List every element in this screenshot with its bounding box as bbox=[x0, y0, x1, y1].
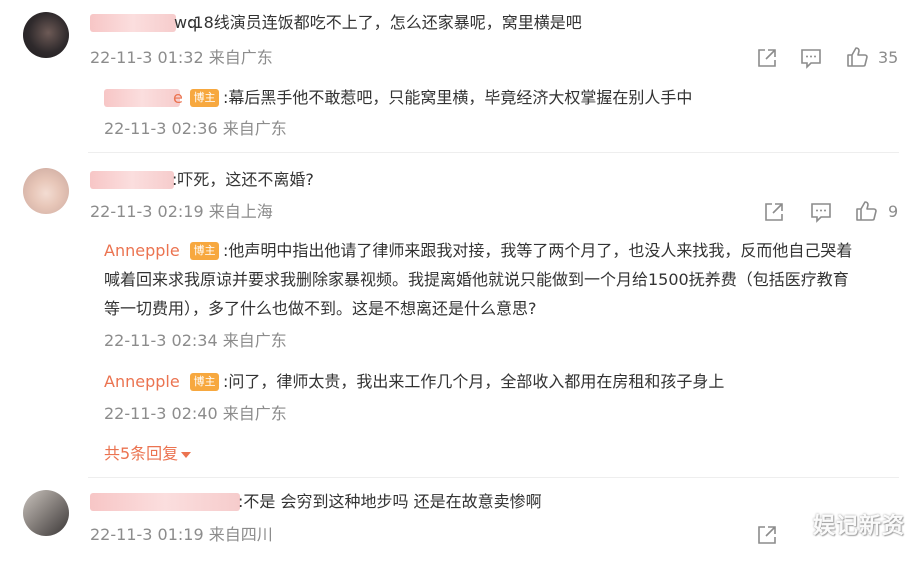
comment-divider bbox=[88, 477, 899, 478]
reply-username[interactable]: Annepple bbox=[104, 241, 180, 261]
more-replies-link[interactable]: 共5条回复 bbox=[104, 444, 192, 464]
thumbs-up-icon[interactable] bbox=[855, 200, 877, 222]
reply-timestamp: 22-11-3 02:34 来自广东 bbox=[104, 331, 287, 350]
reply-text-line: 等一切费用），多了什么也做不到。这是不想离还是什么意思? bbox=[104, 299, 537, 318]
comment-icon[interactable] bbox=[800, 47, 822, 69]
share-icon[interactable] bbox=[763, 201, 785, 223]
blogger-badge: 博主 bbox=[190, 89, 219, 107]
username-blurred[interactable] bbox=[90, 493, 240, 511]
comment-divider bbox=[88, 152, 899, 153]
comment-text: :不是 会穷到这种地步吗 还是在故意卖惨啊 bbox=[238, 492, 542, 511]
share-icon[interactable] bbox=[756, 524, 778, 546]
reply-username[interactable]: e bbox=[173, 88, 183, 108]
watermark: 娱记新资 bbox=[812, 514, 905, 539]
comment-text: :吓死，这还不离婚? bbox=[172, 170, 314, 189]
blogger-badge: 博主 bbox=[190, 373, 219, 391]
comment-timestamp: 22-11-3 02:19 来自上海 bbox=[90, 202, 273, 221]
comment-timestamp: 22-11-3 01:32 来自广东 bbox=[90, 48, 273, 67]
reply-text: :问了，律师太贵，我出来工作几个月，全部收入都用在房租和孩子身上 bbox=[223, 372, 725, 391]
comment-text: :18线演员连饭都吃不上了，怎么还家暴呢，窝里横是吧 bbox=[188, 13, 582, 32]
like-count: 35 bbox=[878, 48, 899, 67]
reply-text-line: :他声明中指出他请了律师来跟我对接，我等了两个月了，也没人来找我，反而他自己哭着 bbox=[223, 241, 853, 260]
more-replies-label[interactable]: 共5条回复 bbox=[104, 444, 178, 463]
reply-timestamp: 22-11-3 02:36 来自广东 bbox=[104, 119, 287, 138]
reply-username-blurred[interactable] bbox=[104, 89, 180, 107]
username-blurred[interactable] bbox=[90, 14, 176, 32]
avatar[interactable] bbox=[23, 12, 69, 58]
avatar[interactable] bbox=[23, 490, 69, 536]
comment-timestamp: 22-11-3 01:19 来自四川 bbox=[90, 525, 273, 544]
comment-icon[interactable] bbox=[810, 201, 832, 223]
share-icon[interactable] bbox=[756, 47, 778, 69]
caret-down-icon[interactable] bbox=[181, 451, 192, 458]
reply-username[interactable]: Annepple bbox=[104, 372, 180, 392]
thumbs-up-icon[interactable] bbox=[846, 46, 868, 68]
reply-timestamp: 22-11-3 02:40 来自广东 bbox=[104, 404, 287, 423]
username-blurred[interactable] bbox=[90, 171, 174, 189]
like-count: 9 bbox=[888, 202, 899, 221]
avatar[interactable] bbox=[23, 168, 69, 214]
blogger-badge: 博主 bbox=[190, 242, 219, 260]
reply-text: :幕后黑手他不敢惹吧，只能窝里横，毕竟经济大权掌握在别人手中 bbox=[223, 88, 693, 107]
reply-text-line: 喊着回来求我原谅并要求我删除家暴视频。我提离婚他就说只能做到一个月给1500抚养… bbox=[104, 270, 849, 289]
